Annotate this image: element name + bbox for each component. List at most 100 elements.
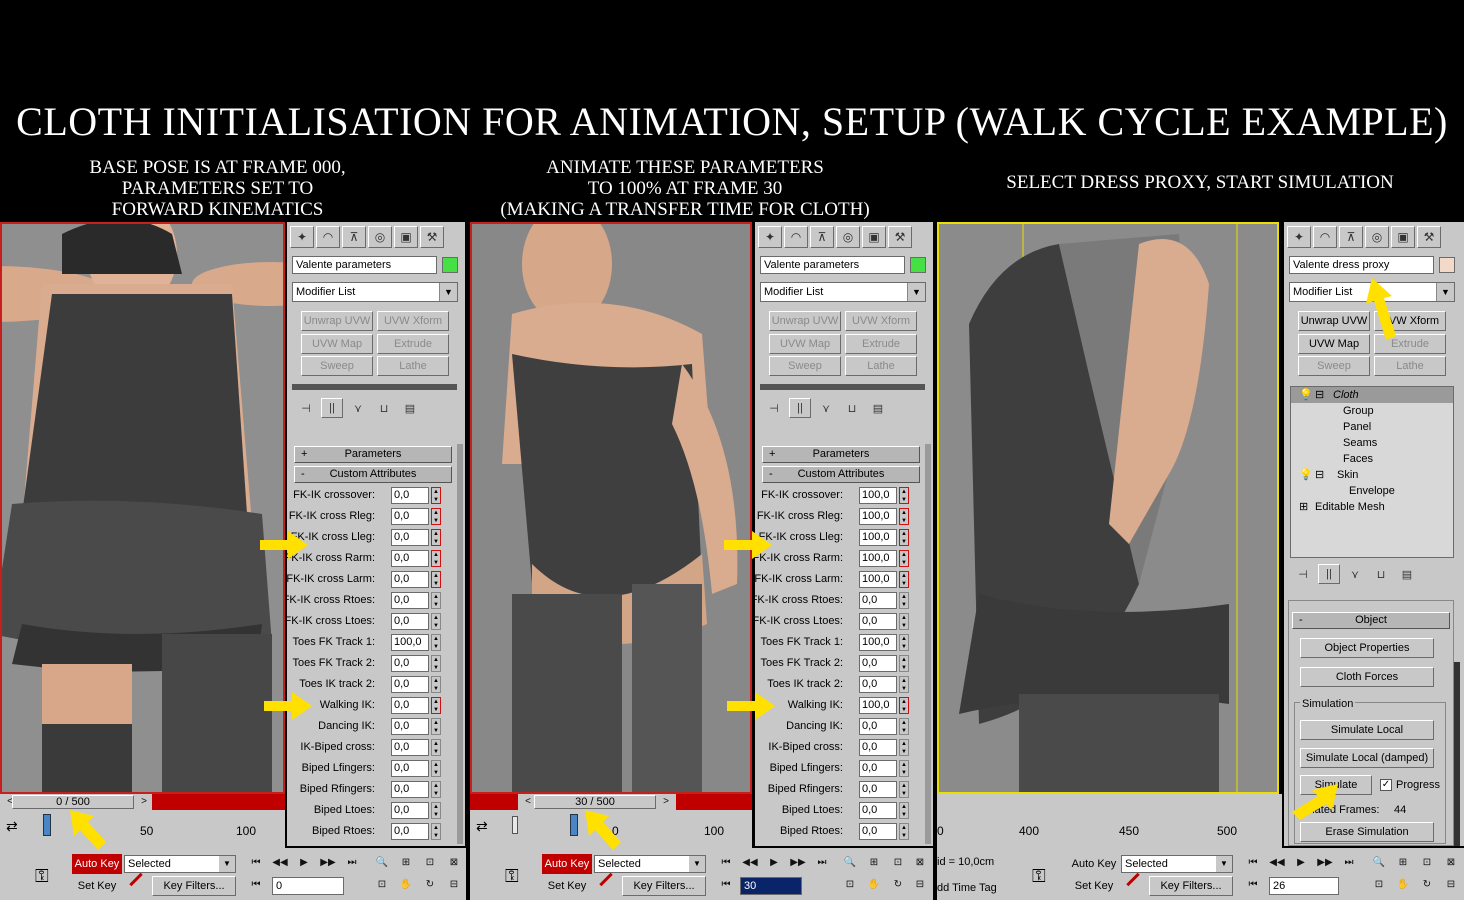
make-unique-icon[interactable]: ⋎ <box>815 398 837 418</box>
unwrap-uvw-button[interactable]: Unwrap UVW <box>301 311 373 331</box>
spinner-icon[interactable]: ▲ ▼ <box>899 487 909 504</box>
attribute-value-field[interactable]: 0,0 <box>859 739 897 756</box>
spinner-icon[interactable]: ▲ ▼ <box>899 823 909 840</box>
go-to-start-icon[interactable]: ⏮ <box>1243 854 1263 872</box>
zoom-all-icon[interactable]: ⊞ <box>396 854 416 872</box>
orbit-icon[interactable]: ↻ <box>1417 876 1437 894</box>
stack-item-faces[interactable]: Faces <box>1343 451 1373 467</box>
go-to-start-icon[interactable]: ⏮ <box>246 854 266 872</box>
modify-icon[interactable]: ◠ <box>316 226 340 248</box>
display-icon[interactable]: ▣ <box>862 226 886 248</box>
make-unique-icon[interactable]: ⋎ <box>1344 564 1366 584</box>
stack-item-envelope[interactable]: Envelope <box>1349 483 1395 499</box>
attribute-value-field[interactable]: 0,0 <box>391 802 429 819</box>
rollout-custom-attributes[interactable]: - Custom Attributes <box>762 466 920 483</box>
key-icon[interactable]: ⚿ <box>1032 866 1046 887</box>
spinner-icon[interactable]: ▲ ▼ <box>899 508 909 525</box>
object-name-field[interactable]: Valente dress proxy <box>1289 256 1434 274</box>
play-icon[interactable]: ▶ <box>294 854 314 872</box>
create-icon[interactable]: ✦ <box>758 226 782 248</box>
track-bar-3[interactable]: 0 400 450 500 <box>937 810 1282 850</box>
modify-icon[interactable]: ◠ <box>784 226 808 248</box>
rollout-object[interactable]: - Object <box>1292 612 1450 629</box>
maximize-viewport-icon[interactable]: ⊟ <box>1441 876 1461 894</box>
attribute-value-field[interactable]: 100,0 <box>859 508 897 525</box>
play-icon[interactable]: ▶ <box>764 854 784 872</box>
progress-checkbox[interactable]: ✓ <box>1380 779 1392 791</box>
motion-icon[interactable]: ◎ <box>1365 226 1389 248</box>
auto-key-button[interactable]: Auto Key <box>72 854 122 874</box>
viewport-3[interactable] <box>937 222 1279 794</box>
spinner-icon[interactable]: ▲ ▼ <box>899 697 909 714</box>
spinner-icon[interactable]: ▲ ▼ <box>431 781 441 798</box>
attribute-value-field[interactable]: 0,0 <box>391 592 429 609</box>
attribute-value-field[interactable]: 0,0 <box>859 823 897 840</box>
spinner-icon[interactable]: ▲ ▼ <box>431 802 441 819</box>
utilities-icon[interactable]: ⚒ <box>420 226 444 248</box>
attribute-value-field[interactable]: 100,0 <box>859 634 897 651</box>
attribute-value-field[interactable]: 100,0 <box>859 529 897 546</box>
attribute-value-field[interactable]: 0,0 <box>859 676 897 693</box>
key-icon[interactable]: ⚿ <box>35 866 49 887</box>
hierarchy-icon[interactable]: ⊼ <box>1339 226 1363 248</box>
modifier-list-dropdown[interactable]: Modifier List ▼ <box>760 282 926 302</box>
sweep-button[interactable]: Sweep <box>1298 356 1370 376</box>
attribute-value-field[interactable]: 0,0 <box>859 718 897 735</box>
zoom-icon[interactable]: 🔍 <box>1369 854 1389 872</box>
cloth-forces-button[interactable]: Cloth Forces <box>1300 667 1434 687</box>
key-marker[interactable] <box>570 814 578 836</box>
attribute-value-field[interactable]: 0,0 <box>391 781 429 798</box>
spinner-icon[interactable]: ▲ ▼ <box>431 592 441 609</box>
chevron-right-icon[interactable]: > <box>656 793 676 811</box>
attribute-value-field[interactable]: 0,0 <box>391 676 429 693</box>
display-icon[interactable]: ▣ <box>394 226 418 248</box>
object-properties-button[interactable]: Object Properties <box>1300 638 1434 658</box>
next-frame-icon[interactable]: ▶▶ <box>318 854 338 872</box>
go-to-start-icon[interactable]: ⏮ <box>716 854 736 872</box>
go-to-end-icon[interactable]: ⏭ <box>342 854 362 872</box>
spinner-icon[interactable]: ▲ ▼ <box>899 802 909 819</box>
motion-icon[interactable]: ◎ <box>836 226 860 248</box>
attribute-value-field[interactable]: 100,0 <box>859 697 897 714</box>
create-icon[interactable]: ✦ <box>1287 226 1311 248</box>
spinner-icon[interactable]: ▲ ▼ <box>899 529 909 546</box>
panel-scrollbar[interactable] <box>925 444 931 844</box>
zoom-extents-all-icon[interactable]: ⊠ <box>444 854 464 872</box>
spinner-icon[interactable]: ▲ ▼ <box>431 613 441 630</box>
configure-sets-icon[interactable]: ▤ <box>1396 564 1418 584</box>
attribute-value-field[interactable]: 100,0 <box>859 487 897 504</box>
play-icon[interactable]: ▶ <box>1291 854 1311 872</box>
spinner-icon[interactable]: ▲ ▼ <box>431 823 441 840</box>
object-color-swatch[interactable] <box>910 257 926 273</box>
set-key-button[interactable]: Set Key <box>542 876 592 896</box>
current-frame-input[interactable]: 30 <box>740 877 802 895</box>
unwrap-uvw-button[interactable]: Unwrap UVW <box>769 311 841 331</box>
simulate-local-button[interactable]: Simulate Local <box>1300 720 1434 740</box>
key-mode-dropdown[interactable]: Selected ▼ <box>594 855 706 873</box>
maximize-viewport-icon[interactable]: ⊟ <box>910 876 930 894</box>
rollout-parameters[interactable]: + Parameters <box>294 446 452 463</box>
attribute-value-field[interactable]: 0,0 <box>859 760 897 777</box>
show-end-result-icon[interactable]: || <box>1318 564 1340 584</box>
spinner-icon[interactable]: ▲ ▼ <box>431 697 441 714</box>
go-to-end-icon[interactable]: ⏭ <box>812 854 832 872</box>
object-name-field[interactable]: Valente parameters <box>760 256 905 274</box>
attribute-value-field[interactable]: 0,0 <box>391 613 429 630</box>
lightbulb-icon[interactable]: 💡 <box>1299 387 1313 403</box>
key-mode-icon[interactable]: ⏮ <box>1243 876 1263 894</box>
pan-icon[interactable]: ✋ <box>1393 876 1413 894</box>
spinner-icon[interactable]: ▲ ▼ <box>431 529 441 546</box>
stack-item-skin[interactable]: 💡 ⊟ Skin <box>1291 467 1453 483</box>
auto-key-button[interactable]: Auto Key <box>542 854 592 874</box>
object-color-swatch[interactable] <box>1439 257 1455 273</box>
sweep-button[interactable]: Sweep <box>301 356 373 376</box>
attribute-value-field[interactable]: 0,0 <box>859 655 897 672</box>
chevron-right-icon[interactable]: > <box>134 793 154 811</box>
spinner-icon[interactable]: ▲ ▼ <box>899 655 909 672</box>
show-end-result-icon[interactable]: || <box>789 398 811 418</box>
rollout-parameters[interactable]: + Parameters <box>762 446 920 463</box>
spinner-icon[interactable]: ▲ ▼ <box>431 571 441 588</box>
spinner-icon[interactable]: ▲ ▼ <box>431 550 441 567</box>
add-time-tag[interactable]: dd Time Tag <box>937 882 997 894</box>
key-mode-icon[interactable]: ⏮ <box>246 876 266 894</box>
